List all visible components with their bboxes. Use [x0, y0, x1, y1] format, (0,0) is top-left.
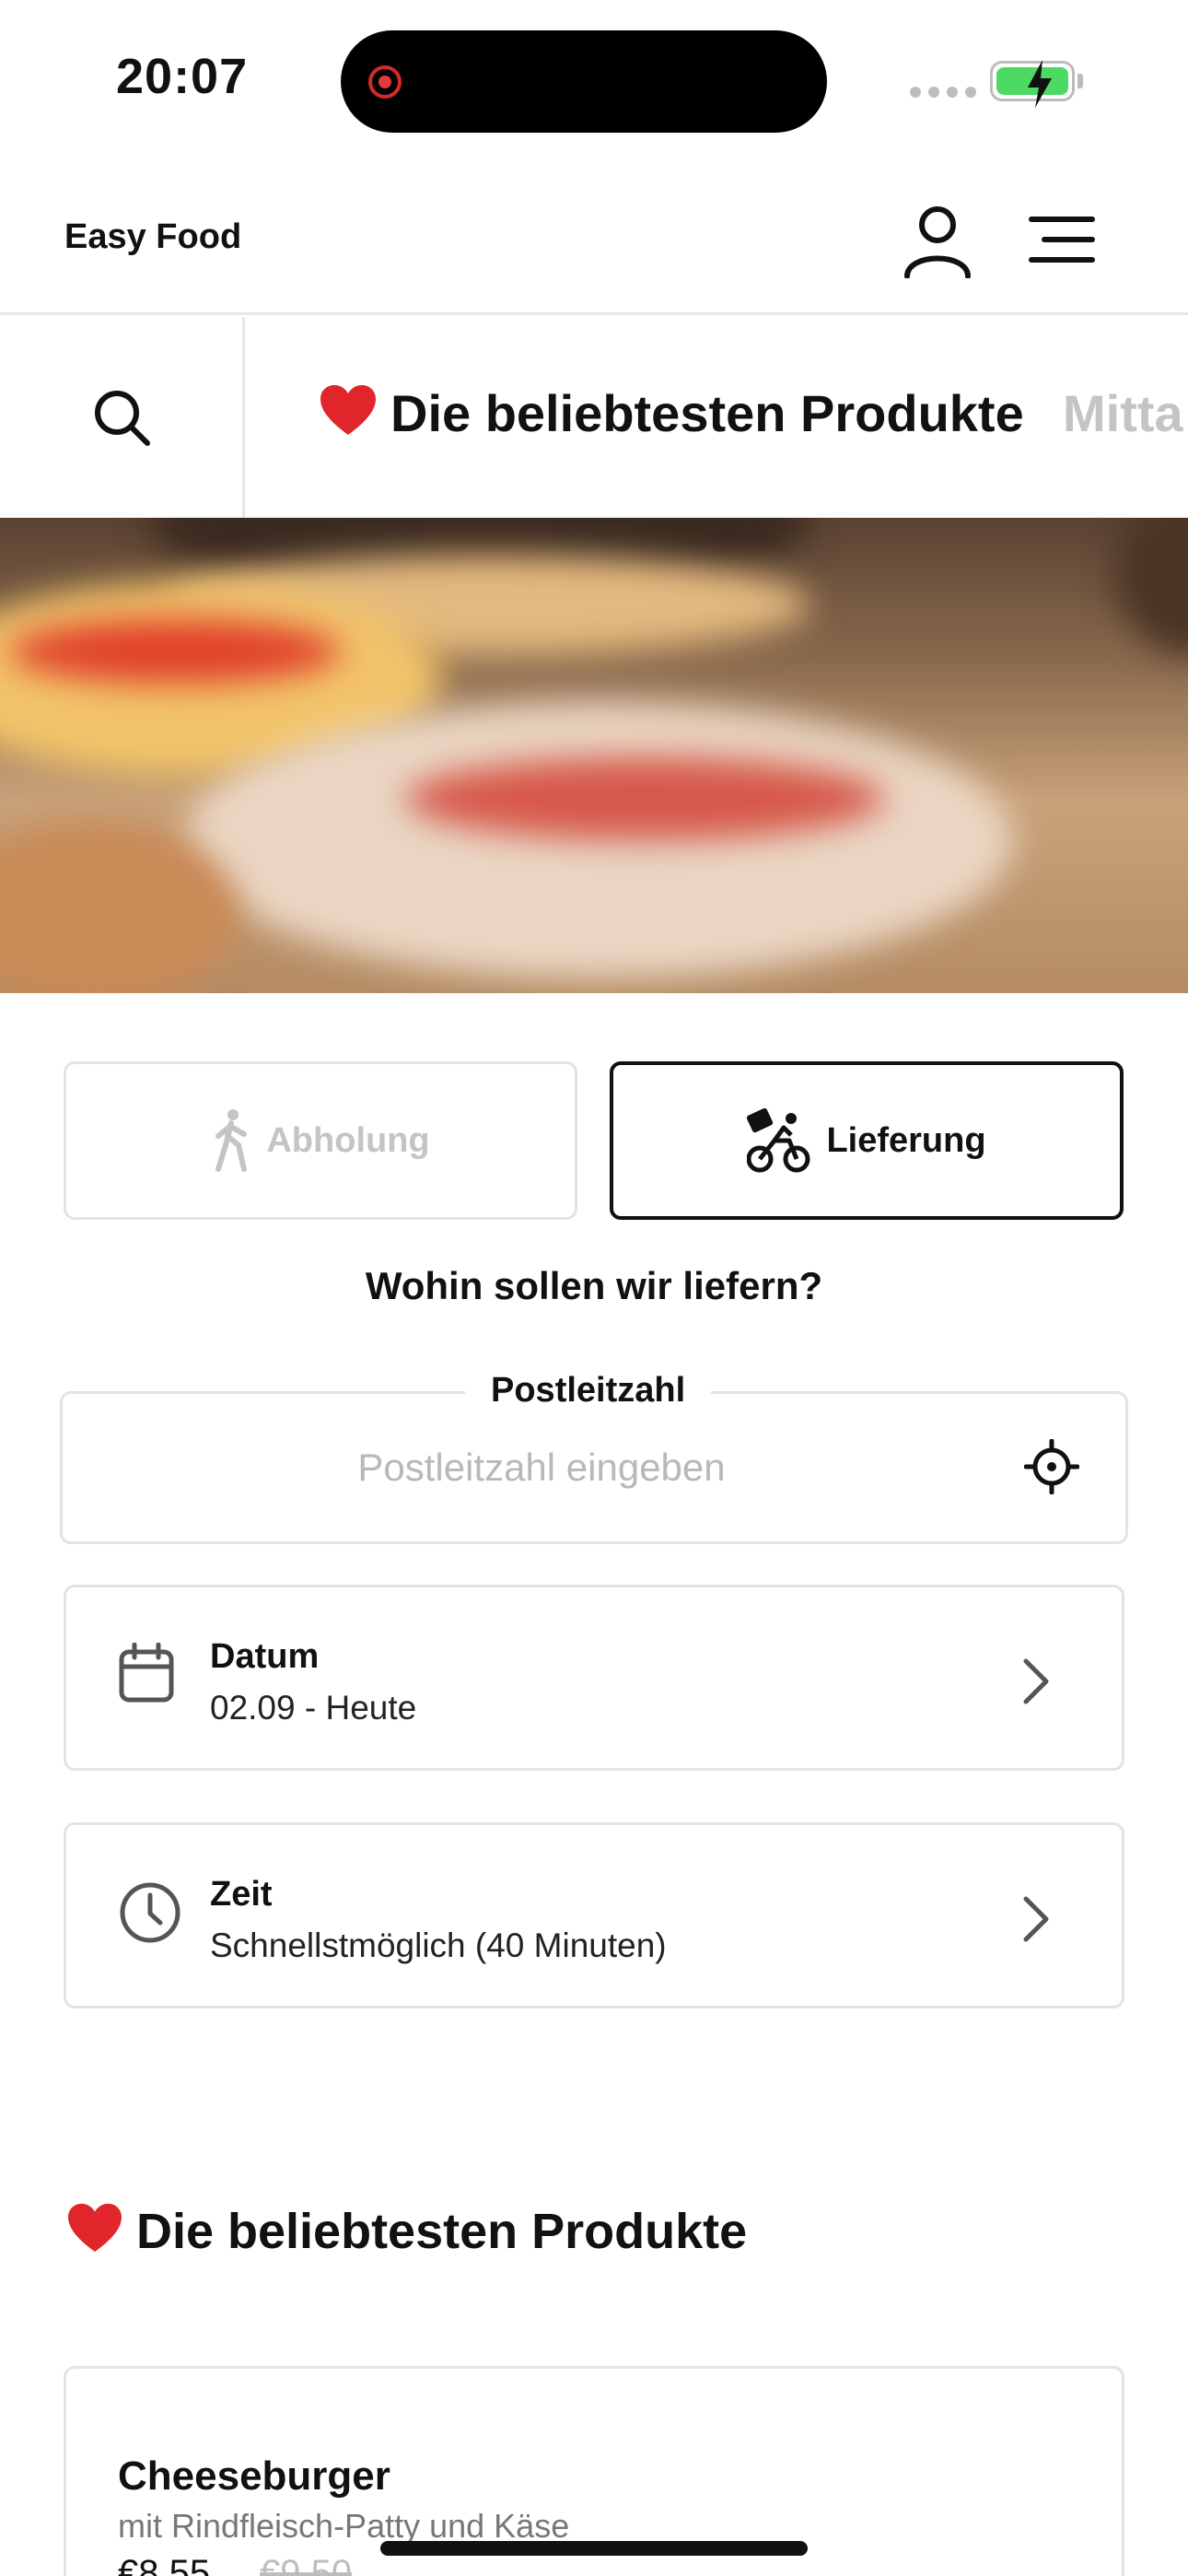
- delivery-question: Wohin sollen wir liefern?: [365, 1264, 823, 1307]
- dynamic-island: [341, 30, 827, 133]
- cyclist-icon: [747, 1107, 810, 1173]
- category-bar: Die beliebtesten Produkte Mitta: [0, 317, 1188, 518]
- calendar-icon: [119, 1643, 174, 1703]
- time-selector[interactable]: Zeit Schnellstmöglich (40 Minuten): [64, 1822, 1124, 2008]
- time-value: Schnellstmöglich (40 Minuten): [210, 1926, 667, 1964]
- app-header: Easy Food: [0, 157, 1188, 315]
- chevron-right-icon: [1023, 1896, 1049, 1942]
- date-value: 02.09 - Heute: [210, 1689, 417, 1727]
- time-label: Zeit: [210, 1875, 273, 1914]
- battery-cap: [1077, 74, 1083, 88]
- search-button[interactable]: [0, 317, 245, 518]
- status-bar: 20:07: [0, 0, 1188, 157]
- hamburger-menu-icon[interactable]: [1028, 214, 1096, 265]
- product-old-price: €9.50: [260, 2553, 353, 2576]
- section-title-text: Die beliebtesten Produkte: [136, 2204, 748, 2259]
- tab-lunch[interactable]: Mitta: [1063, 383, 1183, 443]
- tab-popular-products[interactable]: Die beliebtesten Produkte: [319, 383, 1024, 443]
- product-name: Cheeseburger: [118, 2453, 390, 2499]
- product-description: mit Rindfleisch-Patty und Käse: [118, 2507, 570, 2545]
- hero-burger-image: [0, 518, 1188, 993]
- battery-icon: [990, 60, 1075, 108]
- recording-indicator-icon: [368, 65, 402, 99]
- walking-person-icon: [215, 1109, 248, 1172]
- locate-me-icon[interactable]: [1024, 1439, 1079, 1494]
- chevron-right-icon: [1023, 1658, 1049, 1704]
- charging-bolt-icon: [1028, 60, 1052, 108]
- delivery-option-button[interactable]: Lieferung: [610, 1061, 1124, 1220]
- home-indicator[interactable]: [380, 2541, 808, 2556]
- pickup-option-button[interactable]: Abholung: [64, 1061, 577, 1220]
- status-time: 20:07: [116, 49, 249, 104]
- person-icon[interactable]: [903, 205, 973, 278]
- section-title: Die beliebtesten Produkte: [66, 2202, 747, 2260]
- cellular-signal-icon: [910, 87, 976, 98]
- heart-icon: [320, 385, 376, 435]
- product-price: €8.55: [118, 2553, 211, 2576]
- clock-icon: [120, 1882, 181, 1943]
- date-selector[interactable]: Datum 02.09 - Heute: [64, 1585, 1124, 1771]
- postal-code-input[interactable]: [63, 1394, 1020, 1541]
- tab-label: Die beliebtesten Produkte: [390, 384, 1024, 442]
- pickup-label: Abholung: [266, 1120, 430, 1160]
- heart-icon: [68, 2203, 122, 2253]
- app-title: Easy Food: [64, 217, 242, 256]
- search-icon: [94, 391, 150, 446]
- delivery-label: Lieferung: [826, 1120, 986, 1160]
- date-label: Datum: [210, 1637, 320, 1676]
